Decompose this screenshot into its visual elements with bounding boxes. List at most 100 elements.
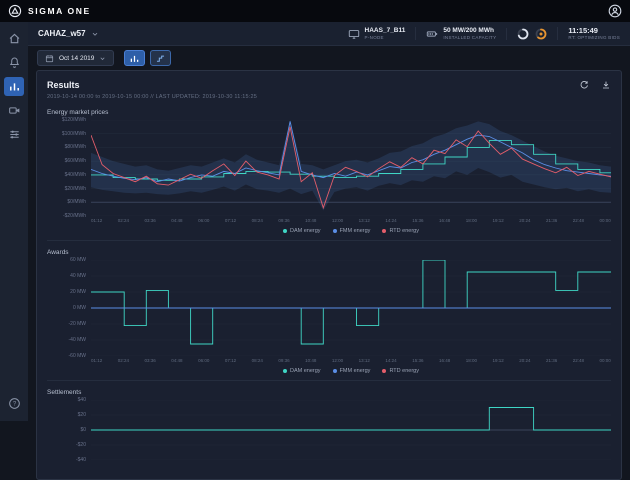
- date-picker[interactable]: Oct 14 2019: [37, 50, 114, 66]
- prices-section: Energy market prices $120/MWh$100/MWh$80…: [47, 104, 611, 234]
- sliders-icon: [8, 128, 21, 141]
- x-tick-label: 09:36: [278, 358, 289, 363]
- x-tick-label: 08:24: [252, 218, 263, 223]
- user-menu-button[interactable]: [608, 4, 622, 18]
- x-tick-label: 00:00: [600, 358, 611, 363]
- x-tick-label: 22:48: [573, 358, 584, 363]
- prices-legend: DAM energy FMM energy RTD energy: [91, 228, 611, 234]
- clock-time: 11:15:49: [568, 27, 620, 35]
- y-tick-label: $20: [78, 412, 86, 418]
- x-tick-label: 10:48: [305, 218, 316, 223]
- legend-label: FMM energy: [340, 368, 371, 374]
- legend-item[interactable]: RTD energy: [382, 368, 419, 374]
- settlements-chart[interactable]: [91, 400, 611, 460]
- download-icon: [601, 80, 611, 90]
- legend-item[interactable]: RTD energy: [382, 228, 419, 234]
- site-name: CAHAZ_w57: [38, 29, 86, 38]
- download-button[interactable]: [601, 80, 611, 90]
- legend-item[interactable]: DAM energy: [283, 228, 321, 234]
- prices-chart[interactable]: [91, 120, 611, 216]
- x-tick-label: 01:12: [91, 358, 102, 363]
- y-tick-label: -$20/MWh: [63, 213, 86, 219]
- chart-view-toggle: [124, 50, 171, 66]
- legend-dot-icon: [333, 369, 337, 373]
- x-tick-label: 20:24: [519, 358, 530, 363]
- sidebar-item-results[interactable]: [4, 77, 24, 96]
- calendar-icon: [45, 54, 54, 63]
- awards-chart[interactable]: [91, 260, 611, 356]
- y-tick-label: -$40: [76, 457, 86, 463]
- x-tick-label: 12:00: [332, 218, 343, 223]
- y-tick-label: 60 MW: [70, 257, 86, 263]
- legend-label: DAM energy: [290, 228, 321, 234]
- results-header: Results: [47, 77, 611, 92]
- x-tick-label: 14:24: [385, 218, 396, 223]
- refresh-button[interactable]: [579, 80, 589, 90]
- legend-dot-icon: [333, 229, 337, 233]
- sidebar-item-alerts[interactable]: [4, 53, 24, 72]
- sidebar-item-home[interactable]: [4, 29, 24, 48]
- pnode-info: HAAS_7_B11 P-NODE: [338, 27, 406, 40]
- settlements-y-axis: $40$20$0-$20-$40: [47, 400, 91, 460]
- legend-label: RTD energy: [389, 228, 419, 234]
- capacity-info: 50 MW/200 MWh INSTALLED CAPACITY: [415, 27, 496, 40]
- sidebar-item-help[interactable]: ?: [4, 394, 24, 413]
- capacity-value: 50 MW/200 MWh: [443, 27, 496, 35]
- y-tick-label: $100/MWh: [62, 131, 86, 137]
- x-tick-label: 07:12: [225, 218, 236, 223]
- y-tick-label: 40 MW: [70, 273, 86, 279]
- clock-status: RT: OPTIMIZING BIDS: [568, 35, 620, 40]
- legend-label: DAM energy: [290, 368, 321, 374]
- sidebar-item-settings[interactable]: [4, 125, 24, 144]
- svg-text:?: ?: [12, 402, 16, 408]
- legend-dot-icon: [382, 229, 386, 233]
- bar-chart-icon: [8, 80, 21, 93]
- legend-item[interactable]: FMM energy: [333, 228, 371, 234]
- prices-y-axis: $120/MWh$100/MWh$80/MWh$60/MWh$40/MWh$20…: [47, 120, 91, 216]
- results-title: Results: [47, 80, 80, 90]
- prices-x-axis: 01:1202:2403:3604:4806:0007:1208:2409:36…: [91, 218, 611, 223]
- y-tick-label: 0 MW: [73, 305, 86, 311]
- chevron-down-icon: [99, 55, 106, 62]
- legend-item[interactable]: FMM energy: [333, 368, 371, 374]
- x-tick-label: 18:00: [466, 218, 477, 223]
- x-tick-label: 13:12: [359, 218, 370, 223]
- x-tick-label: 13:12: [359, 358, 370, 363]
- y-tick-label: -20 MW: [69, 321, 87, 327]
- y-tick-label: $80/MWh: [65, 144, 86, 150]
- x-tick-label: 14:24: [385, 358, 396, 363]
- sidebar-item-media[interactable]: [4, 101, 24, 120]
- bar-view-button[interactable]: [124, 50, 145, 66]
- results-panel: Results 2019-10-14 00:00 to 2019-10-15 0…: [36, 70, 622, 480]
- legend-item[interactable]: DAM energy: [283, 368, 321, 374]
- x-tick-label: 20:24: [519, 218, 530, 223]
- y-tick-label: $0/MWh: [67, 199, 86, 205]
- x-tick-label: 02:24: [118, 358, 129, 363]
- status-gauge-icon: [535, 28, 547, 40]
- x-tick-label: 06:00: [198, 358, 209, 363]
- awards-legend: DAM energy FMM energy RTD energy: [91, 368, 611, 374]
- x-tick-label: 04:48: [171, 358, 182, 363]
- y-tick-label: -60 MW: [69, 353, 87, 359]
- step-view-button[interactable]: [150, 50, 171, 66]
- x-tick-label: 01:12: [91, 218, 102, 223]
- x-tick-label: 07:12: [225, 358, 236, 363]
- y-tick-label: $20/MWh: [65, 186, 86, 192]
- x-tick-label: 15:36: [412, 218, 423, 223]
- clock: 11:15:49 RT: OPTIMIZING BIDS: [557, 27, 620, 40]
- header-bar: CAHAZ_w57 HAAS_7_B11 P-NODE 50 MW/200 MW…: [28, 22, 630, 46]
- site-selector[interactable]: CAHAZ_w57: [38, 29, 99, 38]
- x-tick-label: 16:48: [439, 358, 450, 363]
- y-tick-label: $40/MWh: [65, 172, 86, 178]
- x-tick-label: 06:00: [198, 218, 209, 223]
- toolbar: Oct 14 2019: [28, 46, 630, 70]
- legend-dot-icon: [382, 369, 386, 373]
- x-tick-label: 09:36: [278, 218, 289, 223]
- pnode-label: P-NODE: [365, 35, 406, 40]
- chevron-down-icon: [91, 30, 99, 38]
- settlements-section: Settlements $40$20$0-$20-$40: [47, 380, 611, 467]
- x-tick-label: 08:24: [252, 358, 263, 363]
- x-tick-label: 03:36: [145, 218, 156, 223]
- legend-dot-icon: [283, 369, 287, 373]
- awards-x-axis: 01:1202:2403:3604:4806:0007:1208:2409:36…: [91, 358, 611, 363]
